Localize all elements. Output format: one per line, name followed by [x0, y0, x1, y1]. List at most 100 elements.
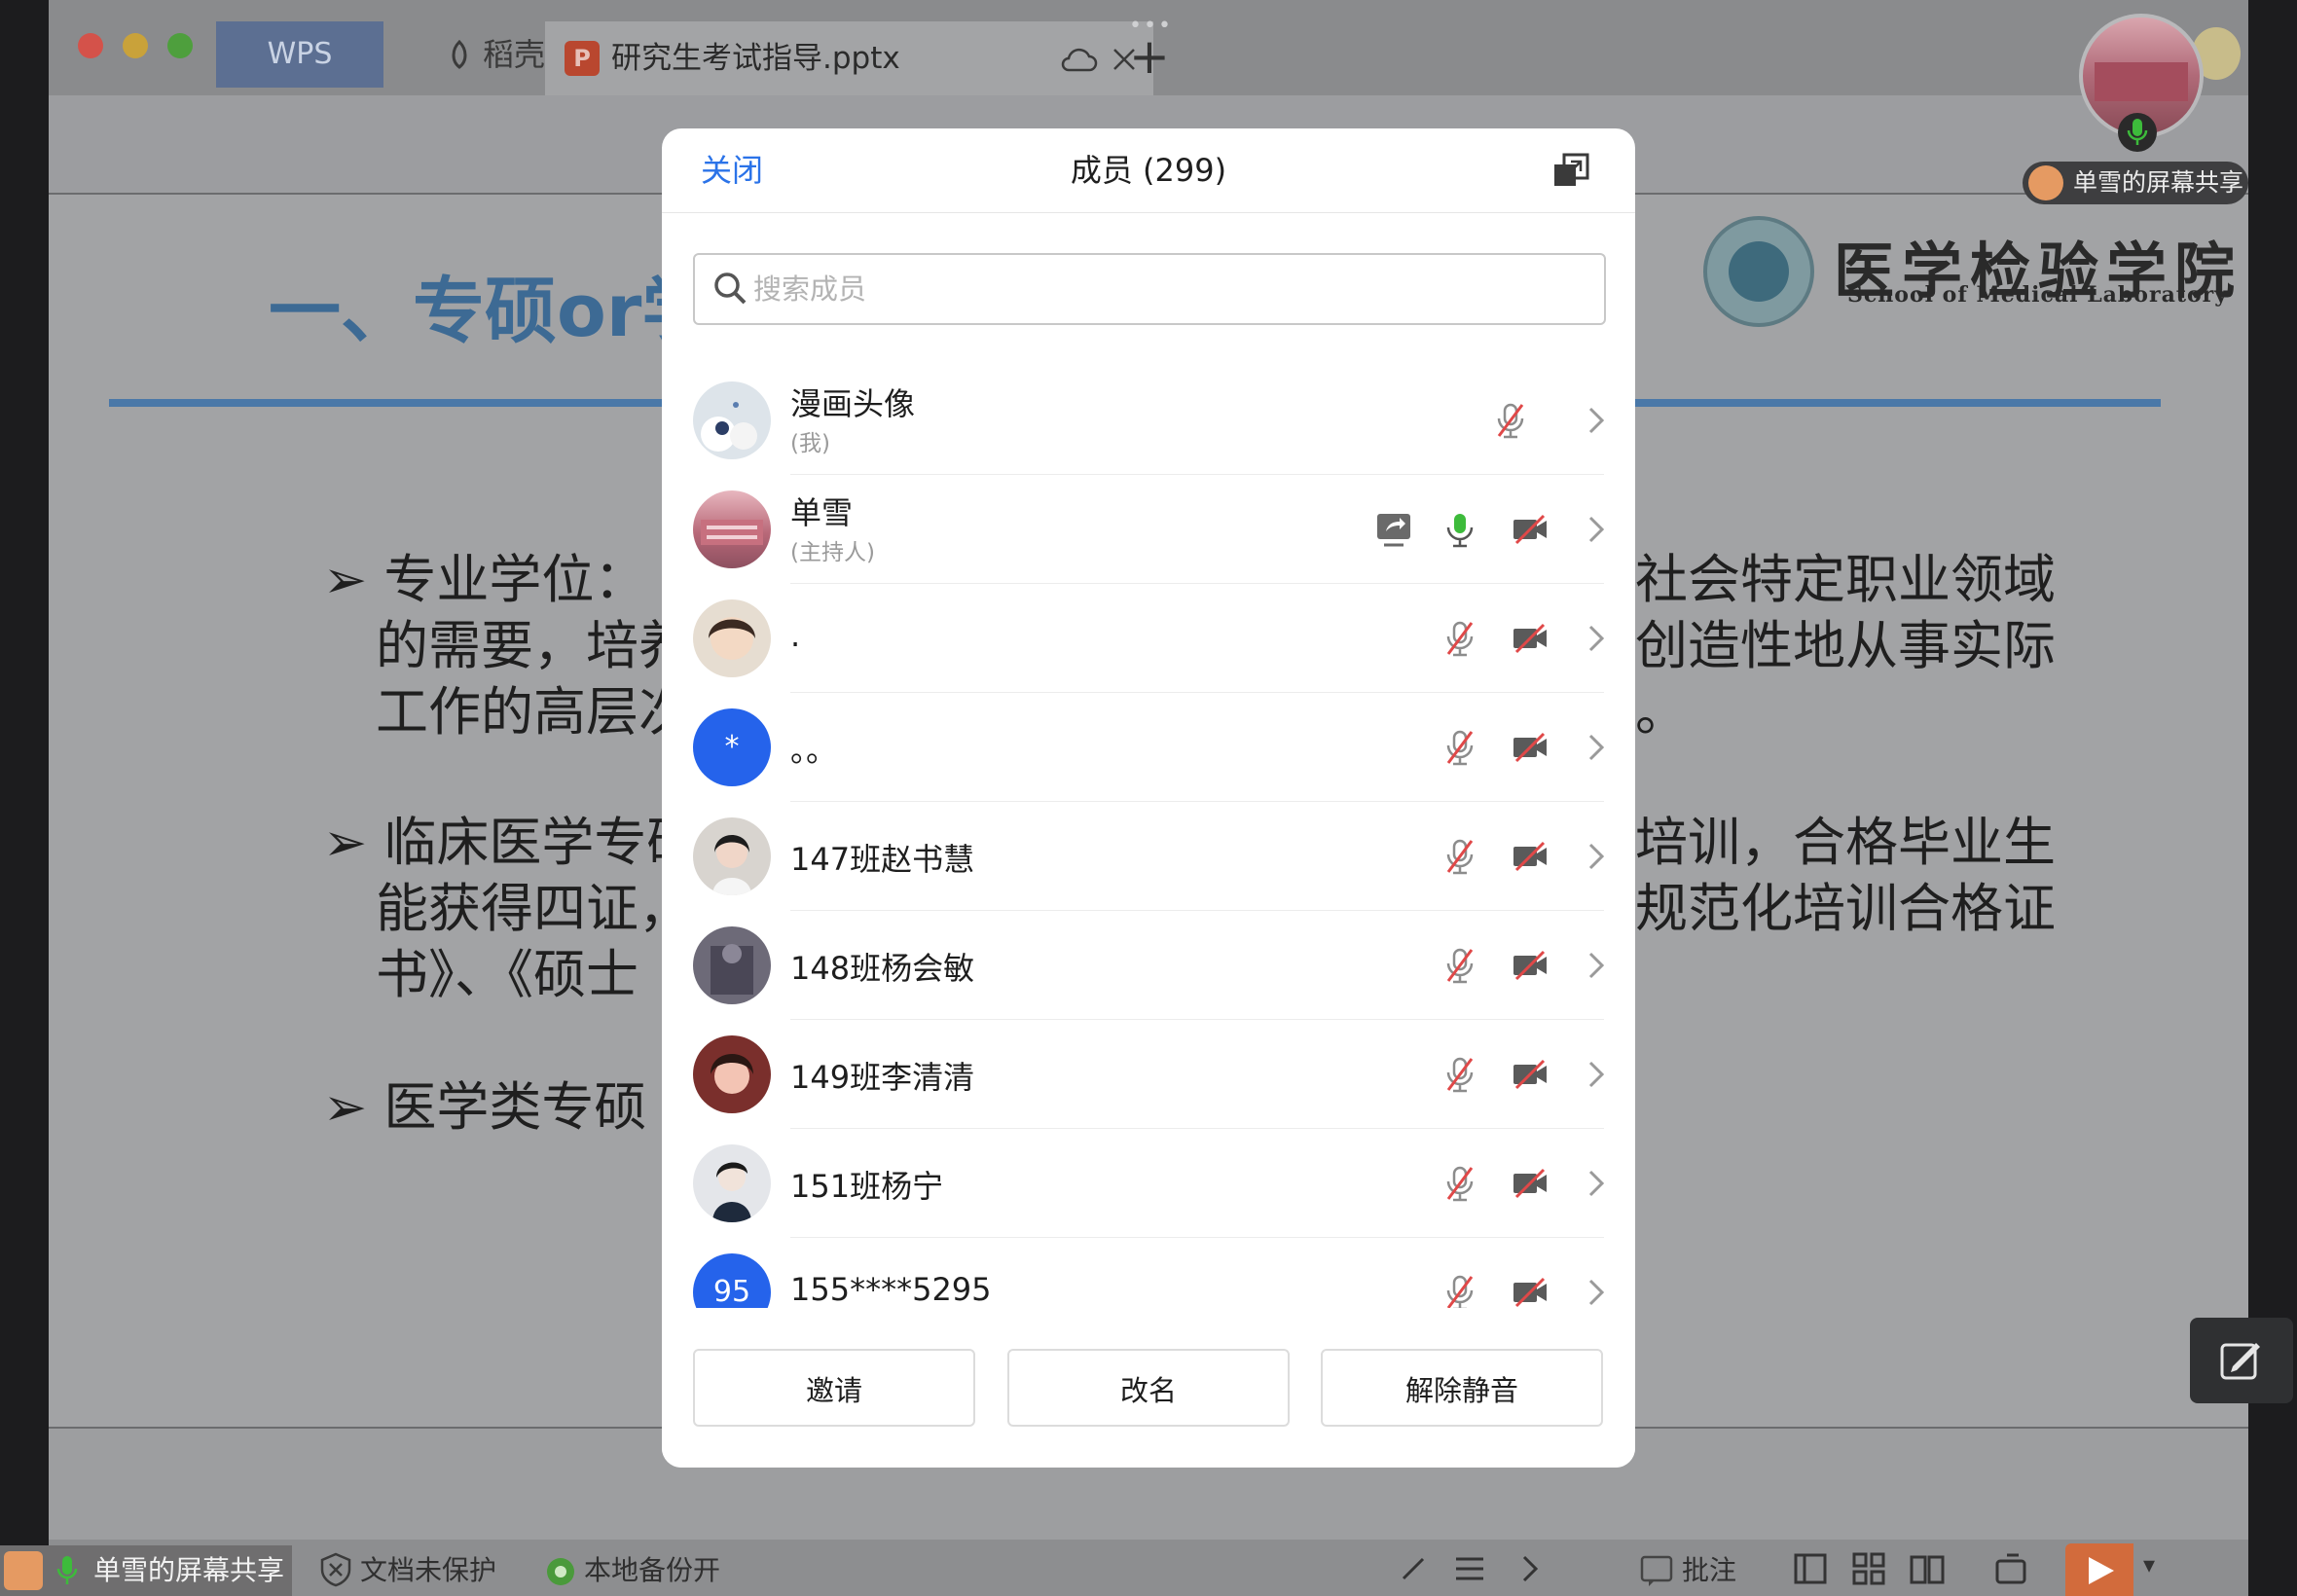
- pen-icon[interactable]: [1394, 1549, 1433, 1588]
- slide-line: 书》、《硕士: [376, 944, 638, 1005]
- shield-icon: [320, 1552, 351, 1587]
- mic-muted-icon[interactable]: [1440, 728, 1479, 767]
- slide-line: ➢ 医学类专硕: [323, 1076, 647, 1138]
- mic-muted-icon[interactable]: [1440, 619, 1479, 658]
- member-name: 148班杨会敏: [790, 950, 975, 987]
- member-row[interactable]: * 。。: [662, 693, 1635, 802]
- unmute-button[interactable]: 解除静音: [1321, 1349, 1603, 1427]
- annotation-tool-button[interactable]: [2190, 1318, 2293, 1403]
- member-name: 155****5295: [790, 1271, 992, 1308]
- backup-icon: [547, 1558, 574, 1585]
- tab-document-label: 研究生考试指导.pptx: [611, 41, 900, 76]
- member-name: 151班杨宁: [790, 1168, 944, 1205]
- play-slideshow-button[interactable]: [2065, 1543, 2133, 1596]
- mic-muted-icon[interactable]: [1440, 837, 1479, 876]
- mic-icon: [56, 1556, 78, 1584]
- slide-line: 培训，合格毕业生: [1635, 812, 2056, 873]
- screen-share-badge-label: 单雪的屏幕共享: [2073, 168, 2244, 197]
- chevron-right-icon[interactable]: [1511, 1549, 1550, 1588]
- screen-share-indicator[interactable]: 单雪的屏幕共享: [0, 1545, 292, 1596]
- grid-view-icon[interactable]: [1849, 1549, 1888, 1588]
- members-dialog-header: 关闭 成员 (299): [662, 128, 1635, 213]
- title-bar: WPS 稻壳 P 研究生考试指导.pptx ••• +: [49, 0, 2248, 95]
- chevron-right-icon[interactable]: [1586, 1277, 1606, 1308]
- new-tab-button[interactable]: +: [1129, 19, 1170, 93]
- school-logo-en-text: School of Medical Laboratory: [1847, 282, 2229, 308]
- camera-off-icon[interactable]: [1511, 619, 1550, 658]
- school-emblem-icon: [1703, 216, 1814, 327]
- member-row[interactable]: 151班杨宁: [662, 1129, 1635, 1238]
- member-row[interactable]: 148班杨会敏: [662, 911, 1635, 1020]
- normal-view-icon[interactable]: [1791, 1549, 1830, 1588]
- member-name: 149班李清清: [790, 1059, 975, 1096]
- member-row[interactable]: 漫画头像 (我): [662, 366, 1635, 475]
- rename-button[interactable]: 改名: [1007, 1349, 1290, 1427]
- member-role: (主持人): [790, 540, 875, 565]
- invite-button[interactable]: 邀请: [693, 1349, 975, 1427]
- user-icon: [4, 1551, 43, 1590]
- screen-share-label: 单雪的屏幕共享: [93, 1554, 285, 1586]
- search-input[interactable]: [751, 261, 1592, 317]
- mic-muted-icon[interactable]: [1491, 401, 1530, 440]
- edit-annotate-icon: [2220, 1343, 2260, 1380]
- avatar: [693, 599, 771, 677]
- camera-off-icon[interactable]: [1511, 837, 1550, 876]
- mic-muted-icon[interactable]: [1440, 1164, 1479, 1203]
- slide-line: 社会特定职业领域: [1635, 549, 2056, 610]
- annotate-button[interactable]: 批注: [1639, 1549, 1736, 1592]
- member-row[interactable]: .: [662, 584, 1635, 693]
- mic-muted-icon[interactable]: [1440, 946, 1479, 985]
- window-minimize-button[interactable]: [123, 33, 148, 58]
- member-row[interactable]: 149班李清清: [662, 1020, 1635, 1129]
- backup-status[interactable]: 本地备份开: [545, 1549, 720, 1592]
- search-icon: [714, 272, 747, 305]
- window-close-button[interactable]: [78, 33, 103, 58]
- camera-off-icon[interactable]: [1511, 1055, 1550, 1094]
- cloud-icon[interactable]: [1059, 45, 1098, 74]
- backup-label: 本地备份开: [584, 1554, 721, 1586]
- chevron-right-icon[interactable]: [1586, 1059, 1606, 1090]
- tab-wps[interactable]: WPS: [216, 21, 383, 88]
- slide-line: ➢ 专业学位：: [323, 549, 647, 610]
- member-row[interactable]: 单雪 (主持人): [662, 475, 1635, 584]
- camera-off-icon[interactable]: [1511, 946, 1550, 985]
- chevron-right-icon[interactable]: [1586, 1168, 1606, 1199]
- camera-off-icon[interactable]: [1511, 728, 1550, 767]
- camera-off-icon[interactable]: [1511, 1273, 1550, 1312]
- mic-muted-icon[interactable]: [1440, 1273, 1479, 1312]
- avatar: [693, 1035, 771, 1113]
- slide-line: 。: [1635, 681, 1688, 743]
- member-search-box[interactable]: [693, 253, 1606, 325]
- ppt-file-icon: P: [565, 41, 600, 76]
- chevron-right-icon[interactable]: [1586, 514, 1606, 545]
- members-dialog: 关闭 成员 (299) 漫画头像 (我) 单雪: [662, 128, 1635, 1468]
- screen-share-badge: 单雪的屏幕共享: [2023, 162, 2248, 204]
- play-options-icon[interactable]: ▾: [2143, 1551, 2155, 1578]
- tab-document[interactable]: P 研究生考试指导.pptx: [545, 21, 1153, 95]
- chevron-right-icon[interactable]: [1586, 623, 1606, 654]
- presenter-icon[interactable]: [1993, 1549, 2032, 1588]
- chevron-right-icon[interactable]: [1586, 841, 1606, 872]
- mic-muted-icon[interactable]: [1440, 1055, 1479, 1094]
- mic-active-icon[interactable]: [1440, 510, 1479, 549]
- camera-off-icon[interactable]: [1511, 510, 1550, 549]
- slide-line: ➢ 临床医学专硕: [323, 812, 700, 873]
- slide-line: 的需要，培养: [376, 615, 691, 676]
- list-icon[interactable]: [1450, 1549, 1489, 1588]
- doc-protect-status[interactable]: 文档未保护: [319, 1549, 496, 1592]
- popout-window-icon[interactable]: [1551, 152, 1590, 191]
- chevron-right-icon[interactable]: [1586, 950, 1606, 981]
- screen-share-icon: [1377, 514, 1410, 547]
- annotate-label: 批注: [1682, 1554, 1737, 1586]
- chevron-right-icon[interactable]: [1586, 405, 1606, 436]
- member-name: 漫画头像: [790, 385, 916, 422]
- camera-off-icon[interactable]: [1511, 1164, 1550, 1203]
- window-zoom-button[interactable]: [167, 33, 193, 58]
- member-list[interactable]: 漫画头像 (我) 单雪 (主持人) . * 。。 147班赵书慧 148班杨会敏…: [662, 366, 1635, 1427]
- chevron-right-icon[interactable]: [1586, 732, 1606, 763]
- screen-edge-left: [0, 0, 49, 1596]
- member-row[interactable]: 147班赵书慧: [662, 802, 1635, 911]
- daoke-icon: [452, 40, 467, 69]
- annotate-icon: [1640, 1555, 1673, 1586]
- reading-view-icon[interactable]: [1908, 1549, 1947, 1588]
